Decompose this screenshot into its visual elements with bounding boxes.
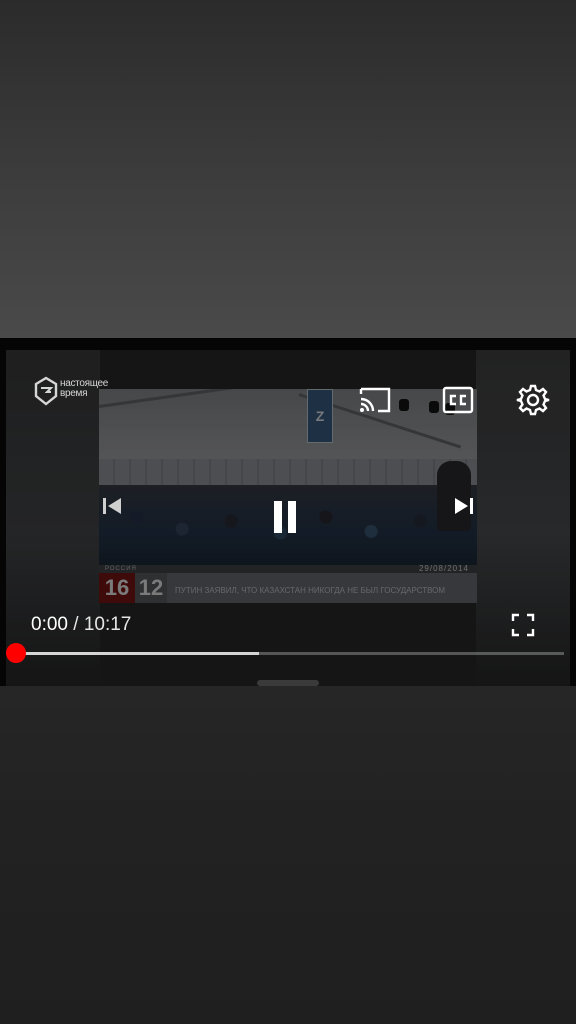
channel-logo: настоящее время <box>34 374 134 406</box>
page-background-top <box>0 0 576 338</box>
pause-icon <box>274 501 296 533</box>
previous-button[interactable] <box>100 495 124 517</box>
cast-button[interactable] <box>358 385 392 415</box>
progress-buffered <box>9 652 259 655</box>
progress-scrubber-handle[interactable] <box>6 643 26 663</box>
closed-captions-icon <box>442 386 474 414</box>
nastoyashchee-vremya-logo-icon <box>34 376 58 406</box>
previous-track-icon <box>103 498 121 514</box>
time-display: 0:00 / 10:17 <box>31 614 131 636</box>
pause-button[interactable] <box>270 499 300 535</box>
fullscreen-icon <box>511 613 535 637</box>
cast-icon <box>359 387 391 413</box>
fullscreen-button[interactable] <box>510 612 536 638</box>
next-track-icon <box>455 498 473 514</box>
total-duration: 10:17 <box>83 614 132 635</box>
gear-icon <box>516 384 550 416</box>
next-button[interactable] <box>452 495 476 517</box>
player-frame: Z РОССИЯ 29/08/2014 16 12 ПУТИН ЗАЯВИЛ, … <box>6 350 570 686</box>
time-separator: / <box>67 614 84 635</box>
logo-text-line2: время <box>60 388 88 399</box>
settings-button[interactable] <box>516 383 550 417</box>
page-background-bottom <box>0 686 576 1024</box>
app-screen: Z РОССИЯ 29/08/2014 16 12 ПУТИН ЗАЯВИЛ, … <box>0 0 576 1024</box>
progress-bar[interactable] <box>9 652 564 655</box>
current-time: 0:00 <box>31 614 68 635</box>
video-player[interactable]: Z РОССИЯ 29/08/2014 16 12 ПУТИН ЗАЯВИЛ, … <box>0 338 576 686</box>
captions-button[interactable] <box>442 385 474 415</box>
